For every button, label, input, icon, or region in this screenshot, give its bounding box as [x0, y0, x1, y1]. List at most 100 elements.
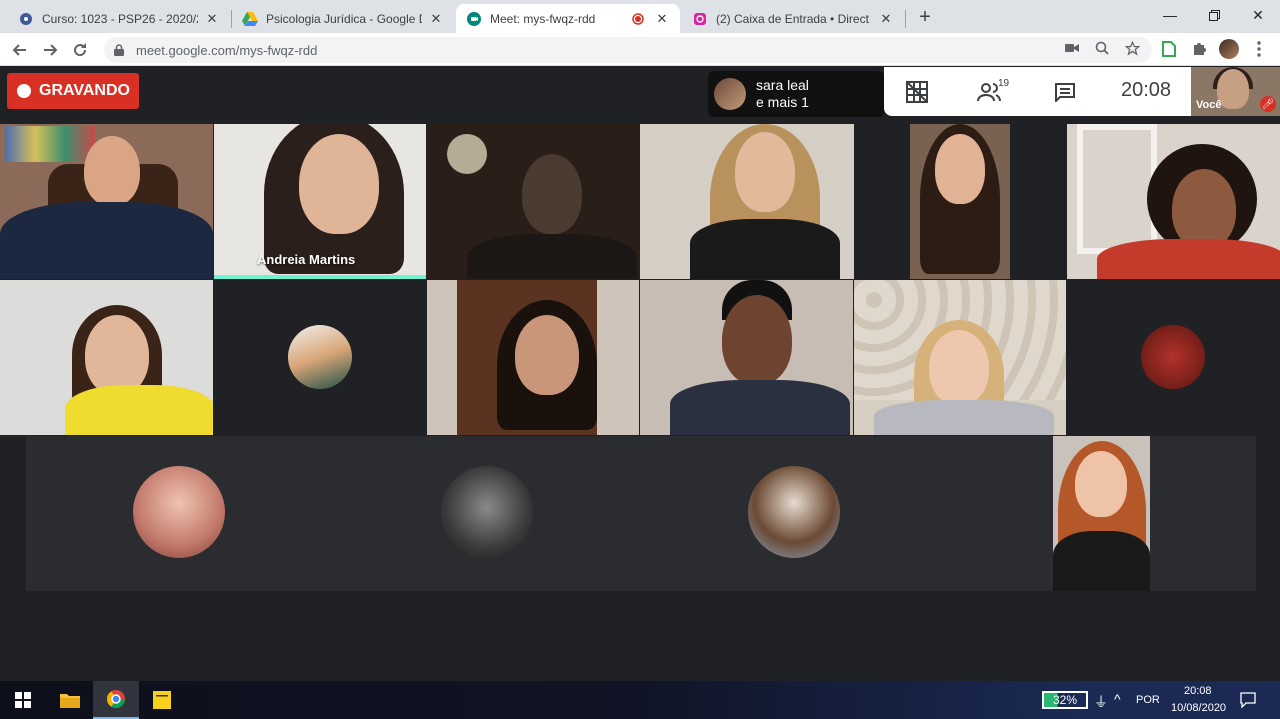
tab-drive[interactable]: Psicologia Jurídica - Google Drive ✕ [232, 4, 454, 33]
tab-instagram[interactable]: (2) Caixa de Entrada • Direct ✕ [682, 4, 904, 33]
tab-curso[interactable]: Curso: 1023 - PSP26 - 2020/2 - P ✕ [8, 4, 230, 33]
participant-tile[interactable] [910, 124, 1010, 279]
url-text: meet.google.com/mys-fwqz-rdd [136, 42, 318, 58]
participant-tile[interactable] [0, 124, 213, 279]
participant-avatar[interactable] [133, 466, 225, 558]
reload-icon[interactable] [68, 38, 92, 62]
person-body [65, 385, 213, 435]
sticky-notes-icon[interactable] [139, 681, 185, 719]
person-face [85, 315, 149, 395]
speaker-name: sara leal [756, 77, 809, 93]
close-tab-icon[interactable]: ✕ [204, 11, 220, 27]
participant-row [26, 436, 1256, 591]
recording-indicator-icon [630, 11, 646, 27]
more-menu-icon[interactable] [1248, 38, 1270, 60]
person-face [1172, 169, 1236, 249]
close-window-icon[interactable]: ✕ [1236, 0, 1280, 30]
speaker-avatar [714, 78, 746, 110]
participant-tile[interactable] [640, 124, 854, 279]
participant-avatar[interactable] [441, 466, 533, 558]
self-face [1217, 69, 1249, 109]
clock-date[interactable]: 10/08/2020 [1171, 702, 1226, 714]
participant-avatar [1141, 325, 1205, 389]
chrome-taskbar-icon[interactable] [93, 681, 139, 719]
input-language[interactable]: POR [1136, 694, 1160, 706]
record-dot-icon [17, 84, 31, 98]
back-arrow-icon[interactable] [8, 38, 32, 62]
active-speakers-chip: sara leal e mais 1 [708, 71, 884, 117]
google-drive-icon [242, 11, 258, 27]
new-tab-button[interactable]: + [914, 6, 936, 28]
person-body [467, 234, 637, 279]
person-body [0, 202, 213, 279]
tab-title: (2) Caixa de Entrada • Direct [716, 11, 869, 26]
tab-title: Curso: 1023 - PSP26 - 2020/2 - P [42, 11, 198, 26]
participant-tile[interactable] [854, 280, 1066, 435]
battery-indicator[interactable]: 32% [1042, 691, 1088, 709]
extension-docs-icon[interactable] [1158, 38, 1180, 60]
participant-avatar[interactable] [748, 466, 840, 558]
tab-title: Meet: mys-fwqz-rdd [490, 11, 596, 26]
restore-icon[interactable] [1192, 0, 1236, 30]
participant-tile[interactable] [427, 124, 639, 279]
google-meet-icon [466, 11, 482, 27]
browser-tab-strip: Curso: 1023 - PSP26 - 2020/2 - P ✕ Psico… [0, 0, 1280, 33]
participant-tile-camera-off[interactable] [1067, 280, 1280, 435]
zoom-icon[interactable] [1092, 38, 1112, 58]
participant-tile-active-speaker[interactable]: Andreia Martins [214, 124, 426, 279]
self-view-tile[interactable]: Você 🎤︎ [1191, 67, 1280, 116]
person-face [515, 315, 579, 395]
close-tab-icon[interactable]: ✕ [878, 11, 894, 27]
file-explorer-icon[interactable] [47, 681, 93, 719]
star-bookmark-icon[interactable] [1122, 38, 1142, 58]
address-bar[interactable]: meet.google.com/mys-fwqz-rdd [104, 37, 1152, 63]
recording-label: GRAVANDO [39, 82, 130, 99]
browser-toolbar: meet.google.com/mys-fwqz-rdd [0, 33, 1280, 66]
profile-avatar[interactable] [1218, 38, 1240, 60]
participant-tile[interactable] [0, 280, 213, 435]
notifications-icon[interactable] [1230, 681, 1266, 719]
participant-tile[interactable] [640, 280, 853, 435]
self-label: Você [1196, 99, 1222, 111]
person-face [522, 154, 582, 234]
lamp-light [447, 134, 487, 174]
instagram-icon [692, 11, 708, 27]
power-plug-icon[interactable]: ⏚ [1094, 692, 1108, 712]
person-face [935, 134, 985, 204]
layout-grid-icon[interactable] [904, 79, 930, 105]
tab-meet[interactable]: Meet: mys-fwqz-rdd ✕ [456, 4, 680, 33]
meet-top-controls: 19 20:08 [884, 67, 1191, 116]
battery-percent: 32% [1052, 693, 1078, 707]
participant-tile[interactable] [1067, 124, 1280, 279]
tab-separator [905, 10, 906, 28]
participant-tile[interactable] [427, 280, 639, 435]
clock-time[interactable]: 20:08 [1184, 685, 1212, 697]
close-tab-icon[interactable]: ✕ [428, 11, 444, 27]
window-frame [1077, 124, 1157, 254]
close-tab-icon[interactable]: ✕ [654, 11, 670, 27]
extensions-puzzle-icon[interactable] [1188, 38, 1210, 60]
minimize-icon[interactable]: — [1148, 0, 1192, 30]
meeting-clock: 20:08 [1121, 79, 1172, 101]
windows-start-icon[interactable] [0, 681, 46, 719]
participant-tile[interactable] [1053, 436, 1150, 591]
speaker-others: e mais 1 [756, 94, 809, 110]
windows-taskbar: 32% ⏚ ^ POR 20:08 10/08/2020 [0, 681, 1280, 719]
camera-icon[interactable] [1062, 38, 1082, 58]
show-hidden-icons-chevron-icon[interactable]: ^ [1114, 691, 1121, 707]
person-face [299, 134, 379, 234]
person-body [670, 380, 850, 435]
person-face [84, 136, 140, 206]
chat-icon[interactable] [1052, 79, 1078, 105]
participants-count: 19 [998, 78, 1010, 89]
participant-name: Andreia Martins [257, 252, 356, 267]
person-body [690, 219, 840, 279]
person-face [929, 330, 989, 405]
person-body [1053, 531, 1150, 591]
mic-off-icon: 🎤︎ [1260, 96, 1276, 112]
speaking-indicator-bar [214, 275, 426, 279]
meet-call-area: GRAVANDO sara leal e mais 1 19 20:08 Voc… [0, 67, 1280, 681]
participant-tile-camera-off[interactable] [214, 280, 426, 435]
forward-arrow-icon[interactable] [38, 38, 62, 62]
wall-painting [5, 126, 95, 162]
